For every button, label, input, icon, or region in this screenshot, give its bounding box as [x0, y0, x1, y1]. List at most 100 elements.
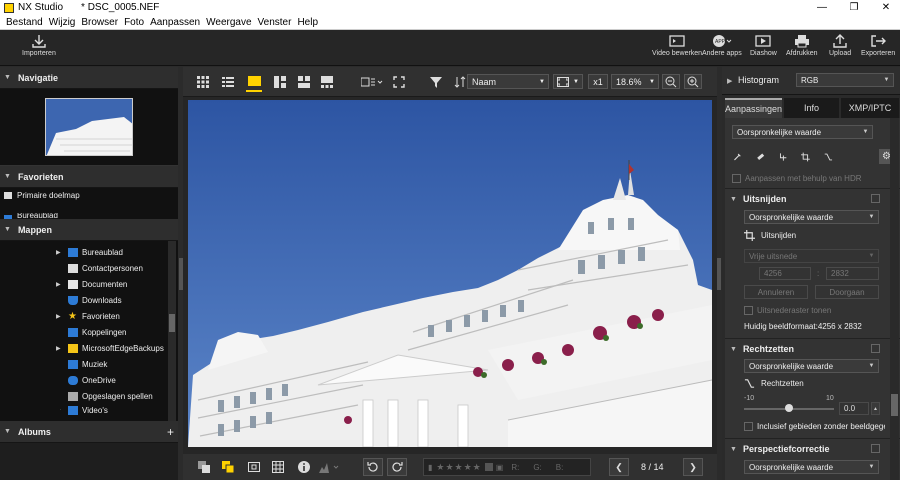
list-view-button[interactable] — [221, 74, 235, 90]
folder-item[interactable]: ▶ Video's — [60, 406, 108, 416]
navigation-header[interactable]: ▼ Navigatie — [0, 67, 178, 89]
folder-item[interactable]: Contactpersonen — [60, 262, 143, 274]
straighten-value-input[interactable]: 0.0 — [839, 402, 869, 415]
crop-height-input[interactable]: 2832 — [826, 267, 879, 280]
adjustments-scrollbar[interactable] — [890, 118, 899, 480]
straighten-section-header[interactable]: ▼ Rechtzetten — [730, 341, 890, 357]
video-edit-button[interactable]: Video bewerken — [652, 34, 702, 57]
straighten-enable-checkbox[interactable] — [871, 344, 880, 353]
grid-view-button[interactable] — [196, 74, 210, 90]
folder-item[interactable]: Koppelingen — [60, 326, 126, 338]
perspective-section-header[interactable]: ▼ Perspectiefcorrectie — [730, 441, 890, 457]
folder-item[interactable]: Downloads — [60, 294, 122, 306]
expand-icon[interactable]: ▶ — [56, 249, 61, 256]
folder-item[interactable]: ▶ Documenten — [56, 278, 127, 290]
upload-button[interactable]: Upload — [829, 34, 851, 57]
albums-header[interactable]: ▼ Albums + — [0, 421, 178, 443]
previous-image-button[interactable]: ❮ — [609, 458, 629, 476]
zoom-in-button[interactable] — [684, 74, 702, 89]
zoom-out-button[interactable] — [662, 74, 680, 89]
frame-button[interactable] — [247, 459, 261, 475]
add-album-button[interactable]: + — [167, 425, 174, 439]
other-apps-button[interactable]: APP Andere apps — [702, 34, 742, 57]
restore-button[interactable]: ❐ — [840, 0, 868, 15]
zoom-100-button[interactable]: x1 — [588, 74, 608, 89]
minimize-button[interactable]: — — [808, 0, 836, 15]
folder-item[interactable]: OneDrive — [60, 374, 116, 386]
zoom-select[interactable]: 18.6% ▼ — [611, 74, 659, 89]
right-panel-toggle[interactable] — [717, 258, 721, 290]
slideshow-button[interactable]: Diashow — [750, 34, 777, 57]
menu-aanpassen[interactable]: Aanpassen — [150, 17, 200, 28]
rating-stars[interactable]: ★★★★★ — [436, 462, 481, 473]
crop-tool-icon[interactable] — [801, 151, 811, 163]
slider-thumb[interactable] — [785, 404, 793, 412]
perspective-preset-select[interactable]: Oorspronkelijke waarde ▼ — [744, 460, 879, 474]
adjustment-preset-select[interactable]: Oorspronkelijke waarde ▼ — [732, 125, 873, 139]
rotate-right-button[interactable] — [387, 458, 407, 476]
export-button[interactable]: Exporteren — [861, 34, 895, 57]
main-photo[interactable] — [188, 100, 712, 447]
histogram-overlay-button[interactable] — [318, 459, 342, 475]
crop-width-input[interactable]: 4256 — [759, 267, 811, 280]
crop-tool-row[interactable]: Uitsnijden — [744, 230, 796, 241]
eyedropper-icon[interactable] — [733, 151, 742, 163]
single-view-button[interactable] — [246, 72, 262, 92]
folder-item[interactable]: ▶ ★ Favorieten — [56, 310, 120, 322]
levels-icon[interactable] — [779, 151, 788, 163]
tab-adjustments[interactable]: Aanpassingen — [725, 98, 782, 118]
crop-preset-select[interactable]: Oorspronkelijke waarde ▼ — [744, 210, 879, 224]
menu-wijzig[interactable]: Wijzig — [49, 17, 76, 28]
stack-button[interactable] — [197, 459, 211, 475]
compare-raw-button[interactable] — [221, 459, 235, 475]
menu-bestand[interactable]: Bestand — [6, 17, 43, 28]
straighten-tool-icon[interactable] — [824, 151, 833, 163]
crop-apply-button[interactable]: Doorgaan — [815, 285, 879, 299]
folders-header[interactable]: ▼ Mappen — [0, 219, 178, 241]
tab-xmp-iptc[interactable]: XMP/IPTC — [841, 98, 899, 118]
favorite-item[interactable]: Primaire doelmap — [0, 188, 178, 203]
menu-help[interactable]: Help — [297, 17, 318, 28]
crop-cancel-button[interactable]: Annuleren — [744, 285, 808, 299]
perspective-enable-checkbox[interactable] — [871, 444, 880, 453]
expand-icon[interactable]: ▶ — [60, 406, 61, 413]
info-button[interactable] — [297, 459, 311, 475]
filmstrip-view-button[interactable] — [297, 74, 311, 90]
scrollbar-thumb[interactable] — [169, 314, 175, 332]
rotate-left-button[interactable] — [363, 458, 383, 476]
print-button[interactable]: Afdrukken — [786, 34, 818, 57]
protect-icon[interactable]: ▣ — [496, 463, 504, 472]
retouch-icon[interactable] — [756, 151, 765, 163]
folder-item[interactable]: ▶ Bureaublad — [56, 246, 123, 258]
label-0-icon[interactable] — [484, 463, 493, 471]
favorite-item[interactable]: Bureaublad — [0, 203, 178, 219]
folder-scrollbar[interactable] — [168, 241, 176, 421]
expand-icon[interactable]: ▶ — [56, 313, 61, 320]
straighten-tool-row[interactable]: Rechtzetten — [744, 378, 804, 389]
expand-icon[interactable]: ▶ — [56, 281, 61, 288]
grid-overlay-button[interactable] — [271, 459, 285, 475]
full-view-button[interactable] — [320, 74, 334, 90]
import-button[interactable]: Importeren — [22, 34, 56, 57]
histogram-channel-select[interactable]: RGB ▼ — [796, 73, 894, 87]
compare-view-button[interactable] — [273, 74, 287, 90]
include-empty-checkbox[interactable] — [744, 422, 753, 431]
straighten-preset-select[interactable]: Oorspronkelijke waarde ▼ — [744, 359, 879, 373]
hdr-checkbox[interactable] — [732, 174, 741, 183]
crop-ratio-select[interactable]: Vrije uitsnede ▼ — [744, 249, 879, 263]
crop-grid-checkbox[interactable] — [744, 306, 753, 315]
folder-item[interactable]: Opgeslagen spellen — [60, 390, 153, 402]
next-image-button[interactable]: ❯ — [683, 458, 703, 476]
menu-weergave[interactable]: Weergave — [206, 17, 251, 28]
navigator-thumbnail[interactable] — [45, 98, 133, 156]
close-button[interactable]: ✕ — [872, 0, 900, 15]
straighten-slider[interactable] — [744, 404, 834, 412]
filter-button[interactable] — [429, 74, 443, 90]
crop-section-header[interactable]: ▼ Uitsnijden — [730, 191, 890, 207]
sort-select[interactable]: Naam ▼ — [467, 74, 549, 89]
crop-enable-checkbox[interactable] — [871, 194, 880, 203]
folder-item[interactable]: ▶ MicrosoftEdgeBackups — [56, 342, 164, 354]
menu-venster[interactable]: Venster — [258, 17, 292, 28]
trash-icon[interactable]: ▮ — [428, 463, 432, 472]
menu-browser[interactable]: Browser — [81, 17, 118, 28]
